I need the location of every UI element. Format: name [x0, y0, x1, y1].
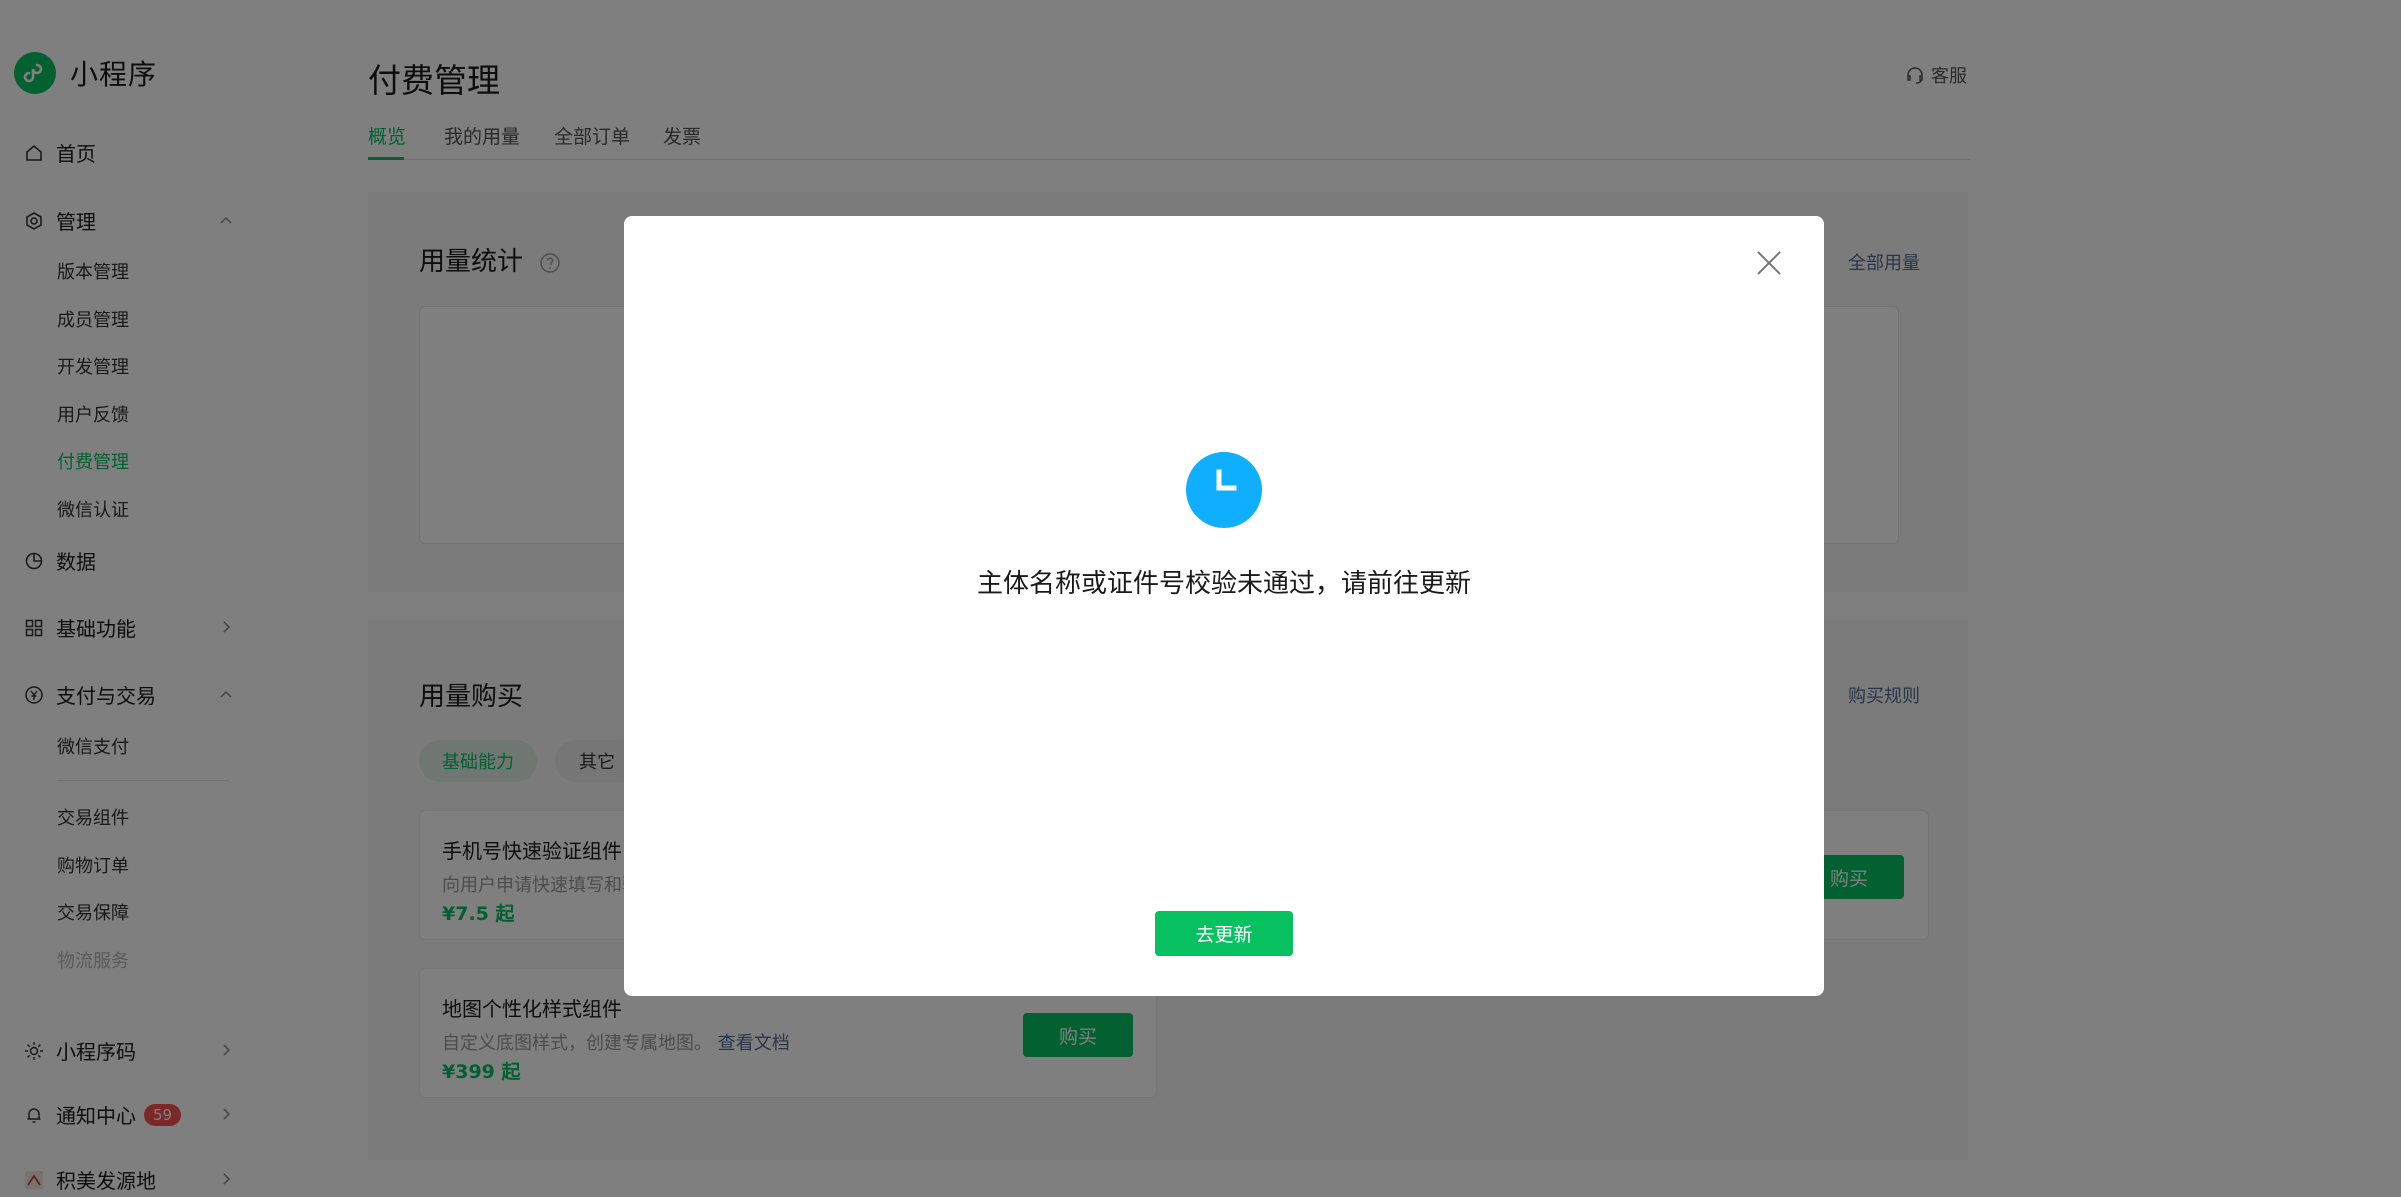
dialog-message: 主体名称或证件号校验未通过，请前往更新	[976, 569, 1471, 599]
close-icon[interactable]	[1754, 248, 1784, 278]
go-update-button[interactable]: 去更新	[1155, 911, 1293, 956]
clock-icon	[1186, 452, 1262, 528]
alert-dialog: 主体名称或证件号校验未通过，请前往更新 去更新	[624, 216, 1824, 996]
